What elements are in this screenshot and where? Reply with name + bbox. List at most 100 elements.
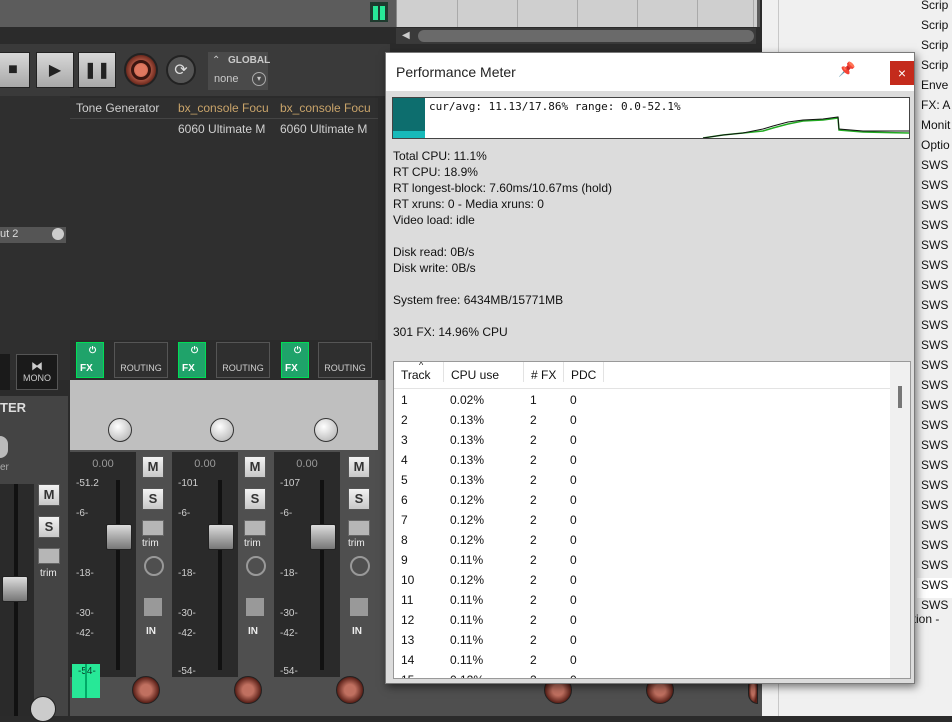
table-scrollbar[interactable] bbox=[890, 362, 910, 678]
master-solo-button[interactable]: S bbox=[38, 516, 60, 538]
strip-name-2[interactable]: bx_console Focu bbox=[172, 98, 274, 118]
output-selector[interactable]: ut 2 bbox=[0, 227, 66, 243]
gear-icon[interactable] bbox=[30, 696, 56, 722]
table-row[interactable]: 11 0.11% 2 0 bbox=[394, 590, 890, 610]
strip-fx-slot-2[interactable]: 6060 Ultimate M bbox=[172, 118, 274, 140]
action-item[interactable]: SWS bbox=[921, 198, 948, 218]
scroll-thumb[interactable] bbox=[898, 386, 902, 408]
table-row[interactable]: 1 0.02% 1 0 bbox=[394, 390, 890, 410]
pause-button[interactable]: ❚❚ bbox=[78, 52, 116, 88]
mute-button-2[interactable]: M bbox=[244, 456, 266, 478]
table-row[interactable]: 7 0.12% 2 0 bbox=[394, 510, 890, 530]
horizontal-scrollbar[interactable]: ◀ bbox=[396, 28, 756, 44]
action-item[interactable]: Scrip bbox=[921, 38, 948, 58]
pan-knob-3[interactable] bbox=[314, 418, 338, 442]
strip-fx-area-3[interactable] bbox=[274, 140, 378, 340]
table-row[interactable]: 2 0.13% 2 0 bbox=[394, 410, 890, 430]
master-pan-knob[interactable] bbox=[0, 436, 8, 458]
action-item[interactable]: Scrip bbox=[921, 58, 948, 78]
table-row[interactable]: 15 0.12% 2 0 bbox=[394, 670, 890, 678]
master-fader-cap[interactable] bbox=[2, 576, 28, 602]
table-row[interactable]: 14 0.11% 2 0 bbox=[394, 650, 890, 670]
action-item[interactable]: SWS bbox=[921, 518, 948, 538]
action-item[interactable]: SWS bbox=[921, 218, 948, 238]
timeline-ruler[interactable] bbox=[396, 0, 757, 27]
table-row[interactable]: 6 0.12% 2 0 bbox=[394, 490, 890, 510]
volume-fader-1[interactable] bbox=[106, 524, 132, 550]
column-cpu-use[interactable]: CPU use bbox=[444, 362, 524, 382]
play-button[interactable]: ▶ bbox=[36, 52, 74, 88]
input-label-3[interactable]: IN bbox=[352, 626, 362, 637]
action-item[interactable]: SWS bbox=[921, 238, 948, 258]
action-item[interactable]: SWS bbox=[917, 578, 952, 598]
pan-knob-2[interactable] bbox=[210, 418, 234, 442]
action-item[interactable]: FX: A bbox=[921, 98, 950, 118]
record-button[interactable] bbox=[124, 53, 158, 87]
record-arm-2[interactable] bbox=[234, 676, 262, 704]
table-row[interactable]: 10 0.12% 2 0 bbox=[394, 570, 890, 590]
table-row[interactable]: 13 0.11% 2 0 bbox=[394, 630, 890, 650]
fx-button-2[interactable]: FX ⏻ bbox=[178, 342, 206, 378]
record-arm-3[interactable] bbox=[336, 676, 364, 704]
routing-button-1[interactable]: ROUTING bbox=[114, 342, 168, 378]
action-item[interactable]: SWS bbox=[921, 178, 948, 198]
action-item[interactable]: SWS bbox=[921, 158, 948, 178]
pan-knob-1[interactable] bbox=[108, 418, 132, 442]
scroll-thumb[interactable] bbox=[418, 30, 754, 42]
global-automation[interactable]: ⌃ GLOBAL none ▾ bbox=[208, 52, 270, 90]
master-fx-stub[interactable] bbox=[0, 354, 10, 390]
speaker-icon[interactable] bbox=[246, 598, 264, 616]
repeat-button[interactable]: ⟳ bbox=[166, 55, 196, 85]
record-arm-1[interactable] bbox=[132, 676, 160, 704]
mute-button-3[interactable]: M bbox=[348, 456, 370, 478]
action-item[interactable]: Scrip bbox=[921, 0, 948, 18]
action-item[interactable]: Enve bbox=[921, 78, 948, 98]
action-item[interactable]: Scrip bbox=[921, 18, 948, 38]
speaker-icon[interactable] bbox=[144, 598, 162, 616]
stop-button[interactable]: ■ bbox=[0, 52, 30, 88]
phase-icon-2[interactable] bbox=[244, 520, 266, 536]
window-titlebar[interactable]: Performance Meter 📌 × bbox=[386, 53, 914, 91]
strip-fx-area-2[interactable] bbox=[172, 140, 274, 340]
table-row[interactable]: 12 0.11% 2 0 bbox=[394, 610, 890, 630]
master-mute-button[interactable]: M bbox=[38, 484, 60, 506]
action-item[interactable]: SWS bbox=[921, 538, 948, 558]
routing-button-3[interactable]: ROUTING bbox=[318, 342, 372, 378]
action-item[interactable]: Optio bbox=[921, 138, 950, 158]
strip-name-1[interactable]: Tone Generator bbox=[70, 98, 172, 118]
track-cpu-table[interactable]: Track CPU use # FX PDC ^ 1 0.02% 1 0 2 0.13% 2… bbox=[393, 361, 911, 679]
action-item[interactable]: SWS bbox=[921, 258, 948, 278]
action-item[interactable]: SWS bbox=[921, 278, 948, 298]
action-item[interactable]: SWS bbox=[921, 498, 948, 518]
action-item[interactable]: SWS bbox=[921, 438, 948, 458]
action-item[interactable]: SWS bbox=[921, 418, 948, 438]
routing-button-2[interactable]: ROUTING bbox=[216, 342, 270, 378]
table-row[interactable]: 9 0.11% 2 0 bbox=[394, 550, 890, 570]
close-button[interactable]: × bbox=[890, 61, 914, 85]
action-item[interactable]: SWS bbox=[921, 478, 948, 498]
mono-button[interactable]: ⧓ MONO bbox=[16, 354, 58, 390]
action-item[interactable]: SWS bbox=[921, 558, 948, 578]
fx-bypass-icon[interactable] bbox=[144, 556, 164, 576]
phase-icon-1[interactable] bbox=[142, 520, 164, 536]
volume-fader-2[interactable] bbox=[208, 524, 234, 550]
input-label-1[interactable]: IN bbox=[146, 626, 156, 637]
action-item[interactable]: SWS bbox=[921, 358, 948, 378]
master-phase-icon[interactable] bbox=[38, 548, 60, 564]
strip-fx-area-1[interactable] bbox=[70, 140, 172, 340]
mute-button-1[interactable]: M bbox=[142, 456, 164, 478]
master-fader-zone[interactable] bbox=[0, 484, 34, 716]
column-fx-count[interactable]: # FX bbox=[524, 362, 564, 382]
action-item[interactable]: SWS bbox=[921, 458, 948, 478]
table-row[interactable]: 4 0.13% 2 0 bbox=[394, 450, 890, 470]
solo-button-2[interactable]: S bbox=[244, 488, 266, 510]
action-item[interactable]: SWS bbox=[921, 338, 948, 358]
phase-icon-3[interactable] bbox=[348, 520, 370, 536]
volume-fader-3[interactable] bbox=[310, 524, 336, 550]
fx-bypass-icon[interactable] bbox=[350, 556, 370, 576]
solo-button-1[interactable]: S bbox=[142, 488, 164, 510]
pin-icon[interactable]: 📌 bbox=[838, 61, 855, 81]
action-item[interactable]: SWS bbox=[921, 318, 948, 338]
action-item[interactable]: SWS bbox=[921, 378, 948, 398]
solo-button-3[interactable]: S bbox=[348, 488, 370, 510]
